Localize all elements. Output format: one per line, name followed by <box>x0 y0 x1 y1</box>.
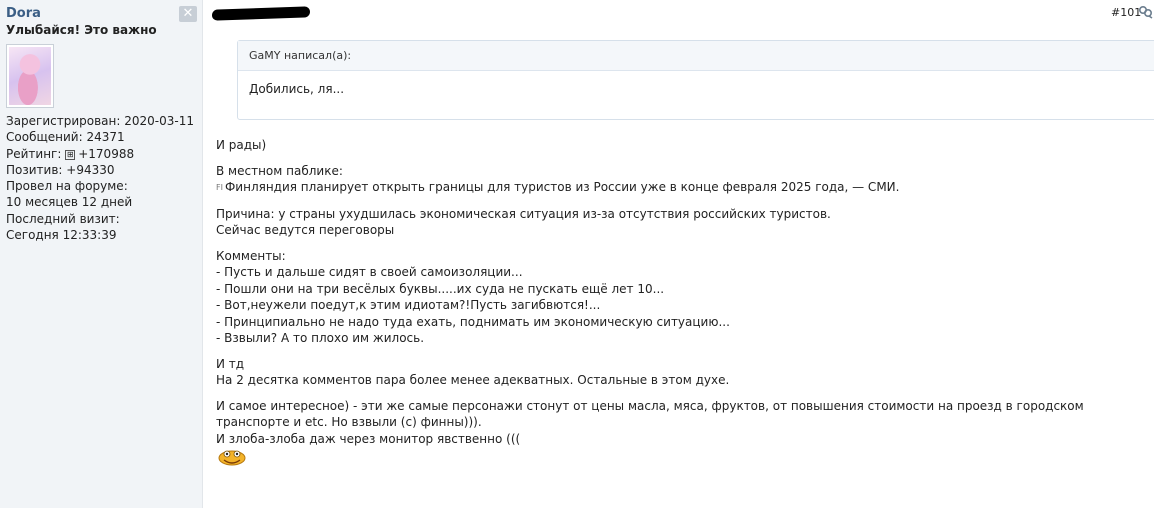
comment-item: - Вот,неужели поедут,к этим идиотам?!Пус… <box>216 298 601 312</box>
stat-positive: Позитив: +94330 <box>6 162 115 177</box>
stat-forum-time-value: 10 месяцев 12 дней <box>6 195 133 210</box>
share-icon[interactable] <box>1138 5 1154 19</box>
finland-flag-icon: FI <box>216 183 223 192</box>
rating-value: +170988 <box>78 146 135 161</box>
rating-label: Рейтинг: <box>6 146 62 161</box>
message-paragraph: Причина: у страны ухудшилась экономическ… <box>216 206 1146 239</box>
stat-last-visit-label: Последний визит: <box>6 211 120 226</box>
stat-forum-time-label: Провел на форуме: <box>6 179 128 194</box>
stat-rating: Рейтинг: ⊞ +170988 <box>6 146 194 162</box>
user-stats: Зарегистрирован: 2020-03-11 Сообщений: 2… <box>6 113 194 243</box>
stat-messages: Сообщений: 24371 <box>6 130 125 145</box>
message-line: На 2 десятка комментов пара более менее … <box>216 373 730 387</box>
stat-registered: Зарегистрирован: 2020-03-11 <box>6 114 194 128</box>
message-paragraph: В местном паблике: FI Финляндия планирует… <box>216 163 1146 197</box>
comment-item: - Пошли они на три весёлых буквы.....их … <box>216 281 665 296</box>
message-paragraph: И тд На 2 десятка комментов пара более м… <box>216 356 1146 389</box>
message-line: Финляндия планирует открыть границы для … <box>224 180 900 194</box>
message-line: Причина: у страны ухудшилась экономическ… <box>216 206 831 221</box>
post-number[interactable]: #101 <box>1111 6 1141 19</box>
user-sidebar: Dora Улыбайся! Это важно ✕ Зарегистриров… <box>0 0 203 508</box>
quote-author: GaMY написал(а): <box>238 41 1154 71</box>
smiley-icon <box>218 450 246 466</box>
quote-block: GaMY написал(а): Добились, ля... <box>237 40 1154 120</box>
post-header: #101 <box>212 5 1154 26</box>
comment-item: - Принципиально не надо туда ехать, подн… <box>216 314 730 329</box>
username[interactable]: Dora <box>6 6 41 21</box>
quote-text: Добились, ля... <box>249 82 345 96</box>
message-line: Сейчас ведутся переговоры <box>216 223 395 237</box>
avatar[interactable] <box>6 44 54 108</box>
post-message: И рады) В местном паблике: FI Финляндия п… <box>216 137 1146 476</box>
user-title: Улыбайся! Это важно <box>6 23 157 37</box>
redacted-scribble <box>212 6 310 21</box>
comment-item: - Взвыли? А то плохо им жилось. <box>216 331 425 345</box>
comments-heading: Комменты: <box>216 248 286 263</box>
message-line: И рады) <box>216 138 267 152</box>
comments-paragraph: Комменты: - Пусть и дальше сидят в своей… <box>216 248 1146 347</box>
comment-item: - Пусть и дальше сидят в своей самоизоля… <box>216 265 523 279</box>
close-icon[interactable]: ✕ <box>179 6 197 22</box>
message-paragraph: И самое интересное) - эти же самые персо… <box>216 398 1146 468</box>
rating-expand-icon[interactable]: ⊞ <box>65 149 76 160</box>
stat-last-visit-value: Сегодня 12:33:39 <box>6 228 117 243</box>
message-line: В местном паблике: <box>216 163 343 178</box>
message-line: И злоба-злоба даж через монитор явственн… <box>216 431 521 446</box>
avatar-image <box>9 47 51 105</box>
message-line: И тд <box>216 356 245 371</box>
message-line: И самое интересное) - эти же самые персо… <box>216 398 1084 430</box>
